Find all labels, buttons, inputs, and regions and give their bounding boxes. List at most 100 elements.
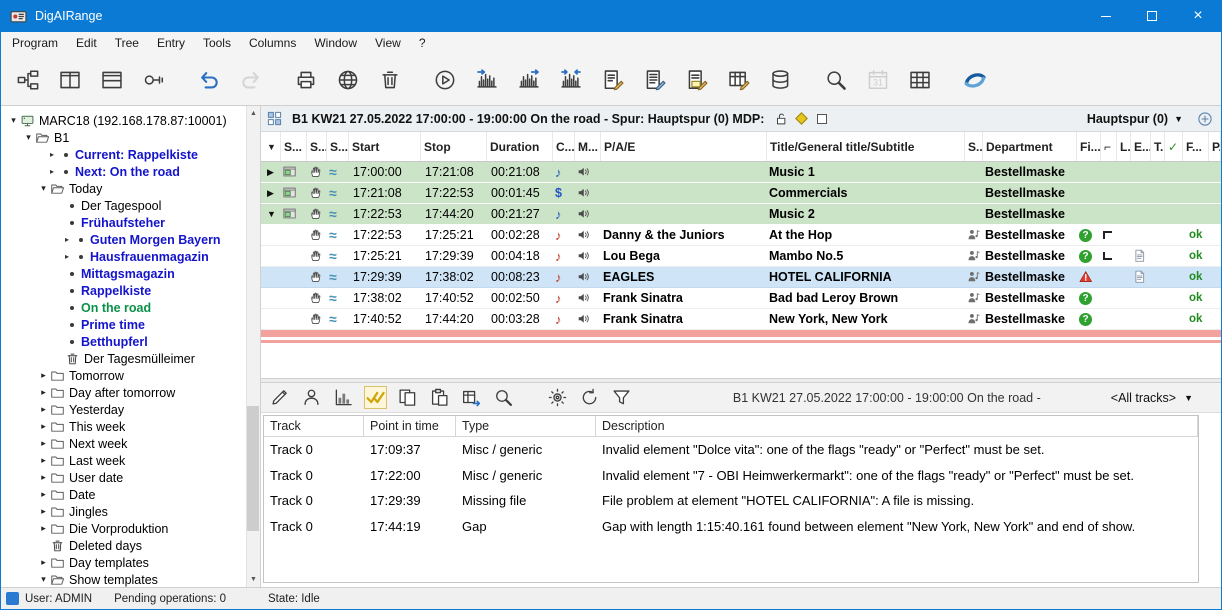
diamond-icon[interactable] <box>796 112 809 125</box>
column-header-item[interactable]: ✓ <box>1165 132 1183 161</box>
tree-expander-icon[interactable]: ▾ <box>37 574 50 585</box>
menu-columns[interactable]: Columns <box>240 32 305 54</box>
row-expander-icon[interactable]: ▶ <box>261 162 281 182</box>
tree-item-yesterday[interactable]: ▸Yesterday <box>3 401 245 418</box>
column-header-title-general-title-subtitle[interactable]: Title/General title/Subtitle <box>767 132 965 161</box>
column-header-s[interactable]: S... <box>327 132 349 161</box>
column-header-duration[interactable]: Duration <box>487 132 553 161</box>
waveform-out-icon[interactable] <box>518 69 540 91</box>
grid-icon[interactable] <box>909 69 931 91</box>
tree-expander-icon[interactable]: ▾ <box>37 183 50 194</box>
wave-icon[interactable]: ≈ <box>327 288 349 308</box>
maximize-button[interactable] <box>1129 0 1175 32</box>
transfer-icon[interactable] <box>461 387 482 408</box>
tree-item-b1[interactable]: ▾B1 <box>3 129 245 146</box>
wave-icon[interactable]: ≈ <box>327 204 349 224</box>
edit-table-icon[interactable] <box>728 69 750 91</box>
column-header-l[interactable]: L... <box>1117 132 1131 161</box>
column-header-p-a-e[interactable]: P/A/E <box>601 132 767 161</box>
tree-item-show-templates[interactable]: ▾Show templates <box>3 571 245 587</box>
paste-icon[interactable] <box>429 387 450 408</box>
column-header-t[interactable]: T... <box>1151 132 1165 161</box>
schedule-row-commercials[interactable]: ▶≈17:21:0817:22:5300:01:45$CommercialsBe… <box>261 183 1221 204</box>
schedule-row-bad-bad-leroy-brown[interactable]: ≈17:38:0217:40:5200:02:50♪Frank SinatraB… <box>261 288 1221 309</box>
wave-icon[interactable]: ≈ <box>327 309 349 329</box>
logo-icon[interactable] <box>964 69 986 91</box>
column-header-f[interactable]: F... <box>1183 132 1209 161</box>
connect-icon[interactable] <box>143 69 165 91</box>
log-row[interactable]: Track 017:29:39Missing fileFile problem … <box>264 488 1198 514</box>
tree-expander-icon[interactable]: ▸ <box>37 455 50 466</box>
schedule-row-at-the-hop[interactable]: ≈17:22:5317:25:2100:02:28♪Danny & the Ju… <box>261 225 1221 246</box>
tree-expander-icon[interactable]: ▾ <box>7 115 20 126</box>
wave-icon[interactable]: ≈ <box>327 246 349 266</box>
wave-icon[interactable]: ≈ <box>327 162 349 182</box>
lock-open-icon[interactable] <box>774 112 788 126</box>
menu-edit[interactable]: Edit <box>67 32 106 54</box>
scroll-down-icon[interactable]: ▼ <box>247 572 260 587</box>
schedule-row-mambo-no-5[interactable]: ≈17:25:2117:29:3900:04:18♪Lou BegaMambo … <box>261 246 1221 267</box>
column-header-e[interactable]: E... <box>1131 132 1151 161</box>
column-header-stop[interactable]: Stop <box>421 132 487 161</box>
edit-entry-icon[interactable] <box>602 69 624 91</box>
undo-icon[interactable] <box>198 69 220 91</box>
filter-icon[interactable] <box>611 387 632 408</box>
log-column-point-in-time[interactable]: Point in time <box>364 416 456 436</box>
row-expander-icon[interactable]: ▶ <box>261 183 281 203</box>
tree-item-betthupferl[interactable]: Betthupferl <box>3 333 245 350</box>
schedule-row-music-1[interactable]: ▶≈17:00:0017:21:0800:21:08♪Music 1Bestel… <box>261 162 1221 183</box>
redo-icon[interactable] <box>240 69 262 91</box>
tree-expander-icon[interactable]: ▸ <box>37 506 50 517</box>
tree-item-der-tagespool[interactable]: Der Tagespool <box>3 197 245 214</box>
tree-expander-icon[interactable]: ▸ <box>37 472 50 483</box>
tree-expander-icon[interactable]: ▸ <box>37 421 50 432</box>
track-filter-select[interactable]: <All tracks> <box>1111 391 1176 405</box>
tree-item-marc18-192-168-178-87-10001[interactable]: ▾MARC18 (192.168.178.87:10001) <box>3 112 245 129</box>
menu-view[interactable]: View <box>366 32 410 54</box>
play-icon[interactable] <box>434 69 456 91</box>
schedule-row-new-york-new-york[interactable]: ≈17:40:5217:44:2000:03:28♪Frank SinatraN… <box>261 309 1221 330</box>
tree-item-prime-time[interactable]: Prime time <box>3 316 245 333</box>
tree-item-mittagsmagazin[interactable]: Mittagsmagazin <box>3 265 245 282</box>
scroll-up-icon[interactable]: ▲ <box>247 106 260 121</box>
hand-icon[interactable] <box>307 225 327 245</box>
settings-icon[interactable] <box>547 387 568 408</box>
log-row[interactable]: Track 017:44:19GapGap with length 1:15:4… <box>264 514 1198 540</box>
minimize-button[interactable] <box>1083 0 1129 32</box>
validate-icon[interactable] <box>365 387 386 408</box>
column-header-s[interactable]: S... <box>965 132 983 161</box>
column-header-start[interactable]: Start <box>349 132 421 161</box>
tree-expander-icon[interactable]: ▸ <box>37 489 50 500</box>
edit-list-icon[interactable] <box>644 69 666 91</box>
hand-icon[interactable] <box>307 246 327 266</box>
tree-expander-icon[interactable]: ▸ <box>37 370 50 381</box>
edit-pencil-icon[interactable] <box>269 387 290 408</box>
hand-icon[interactable] <box>307 309 327 329</box>
split-vertical-icon[interactable] <box>59 69 81 91</box>
tree-item-der-tagesm-lleimer[interactable]: Der Tagesmülleimer <box>3 350 245 367</box>
add-track-icon[interactable] <box>1197 111 1213 127</box>
tree-item-user-date[interactable]: ▸User date <box>3 469 245 486</box>
tree-item-tomorrow[interactable]: ▸Tomorrow <box>3 367 245 384</box>
wave-icon[interactable]: ≈ <box>327 183 349 203</box>
track-filter-dropdown-icon[interactable]: ▼ <box>1184 393 1193 403</box>
column-header-fi[interactable]: Fi... <box>1077 132 1101 161</box>
tree-item-fr-haufsteher[interactable]: Frühaufsteher <box>3 214 245 231</box>
menu-tools[interactable]: Tools <box>194 32 240 54</box>
tree-item-this-week[interactable]: ▸This week <box>3 418 245 435</box>
row-expander-icon[interactable]: ▼ <box>261 204 281 224</box>
waveform-marker-icon[interactable] <box>560 69 582 91</box>
close-button[interactable]: × <box>1175 0 1221 32</box>
speaker-person-icon[interactable] <box>301 387 322 408</box>
log-row[interactable]: Track 017:09:37Misc / genericInvalid ele… <box>264 437 1198 463</box>
hand-icon[interactable] <box>307 204 327 224</box>
tree-item-jingles[interactable]: ▸Jingles <box>3 503 245 520</box>
menu-program[interactable]: Program <box>3 32 67 54</box>
hand-icon[interactable] <box>307 288 327 308</box>
column-header-item[interactable]: ▼ <box>261 132 281 161</box>
column-header-m[interactable]: M... <box>575 132 601 161</box>
menu-help[interactable]: ? <box>410 32 435 54</box>
tree-item-deleted-days[interactable]: Deleted days <box>3 537 245 554</box>
tree-item-day-templates[interactable]: ▸Day templates <box>3 554 245 571</box>
schedule-row-hotel-california[interactable]: ≈17:29:3917:38:0200:08:23♪EAGLESHOTEL CA… <box>261 267 1221 288</box>
